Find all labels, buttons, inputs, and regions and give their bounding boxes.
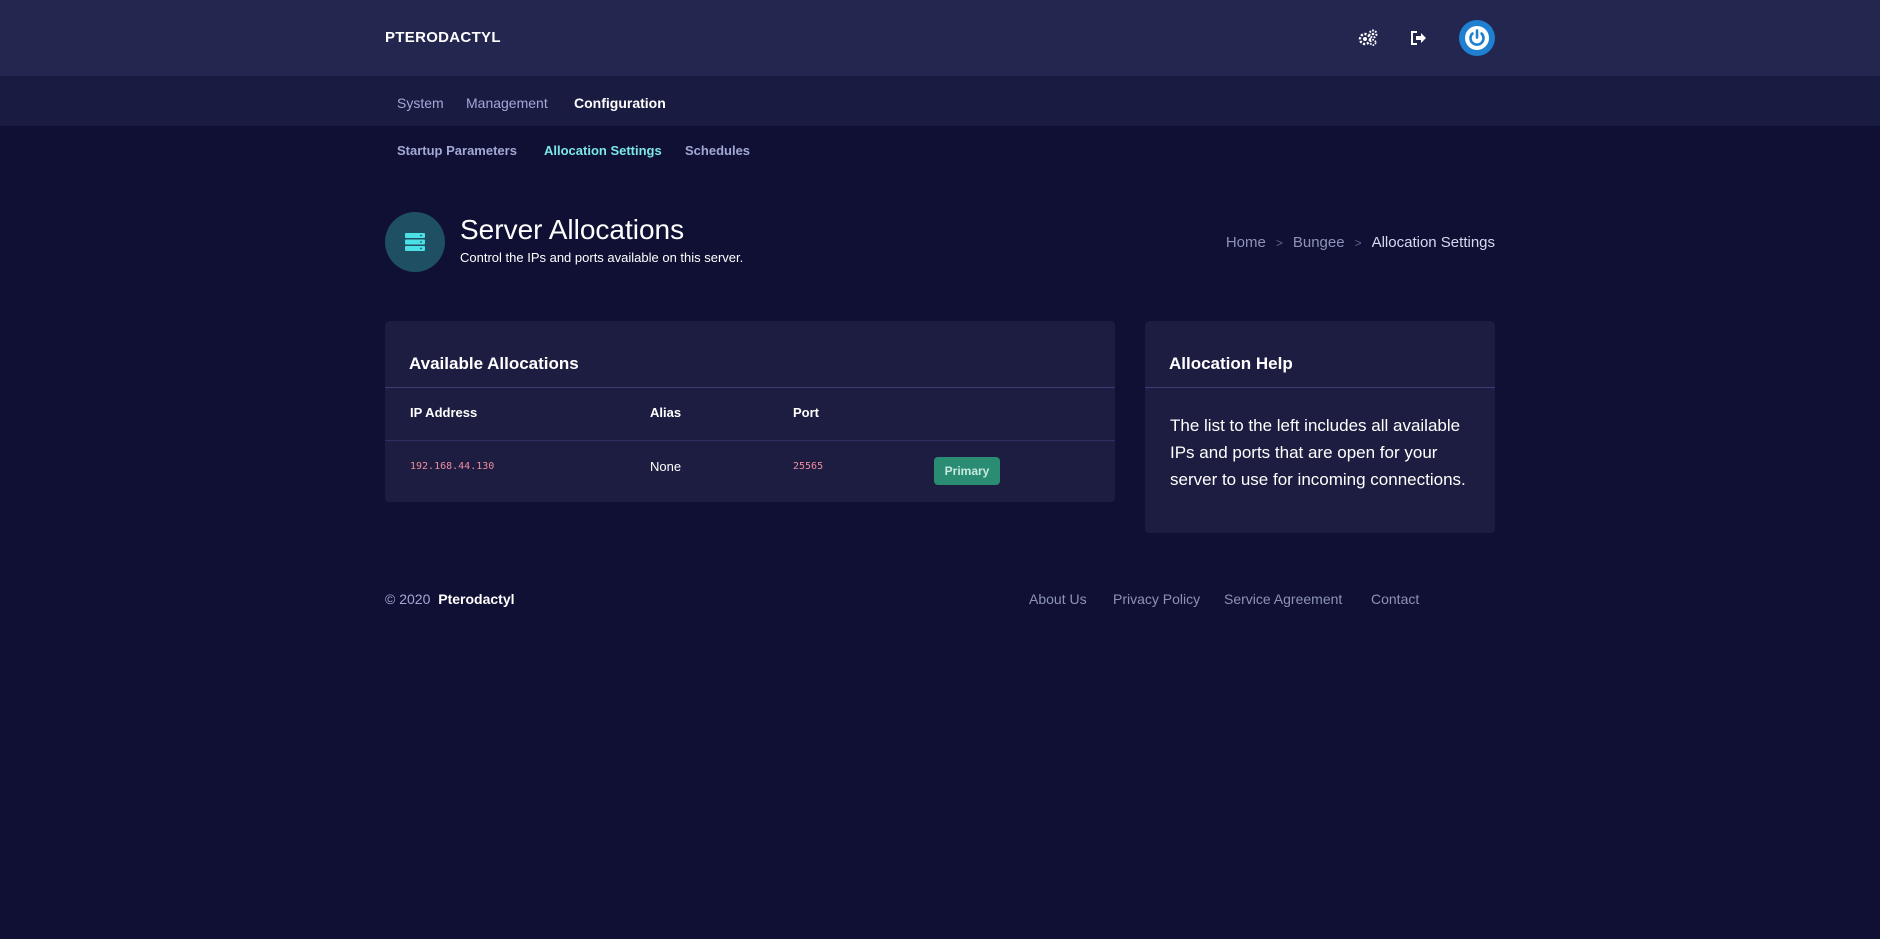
allocation-alias: None [650,459,682,474]
breadcrumb-current: Allocation Settings [1371,234,1495,251]
table-row-divider [385,440,1115,441]
breadcrumb-server[interactable]: Bungee [1293,234,1345,251]
nav-item-configuration[interactable]: Configuration [574,95,666,111]
main-nav: System Management Configuration [0,76,1880,126]
subnav-item-startup-parameters[interactable]: Startup Parameters [397,143,517,158]
column-header-ip: IP Address [410,405,478,420]
breadcrumb-home[interactable]: Home [1226,234,1266,251]
allocation-ip: 192.168.44.130 [410,461,495,472]
page-title: Server Allocations [460,214,685,245]
allocations-card-title: Available Allocations [409,354,579,373]
breadcrumb-separator: > [1354,235,1362,250]
column-header-alias: Alias [650,405,682,420]
card-divider [385,387,1115,388]
power-icon[interactable] [1459,20,1495,56]
footer-link-service-agreement[interactable]: Service Agreement [1224,591,1342,607]
copyright-text: © 2020 [385,591,431,607]
help-card-title: Allocation Help [1169,354,1293,373]
primary-badge: Primary [934,457,1000,485]
subnav-item-allocation-settings[interactable]: Allocation Settings [544,143,662,158]
column-header-port: Port [793,405,819,420]
cogs-icon[interactable] [1357,28,1379,48]
footer-brand: Pterodactyl [438,591,515,607]
breadcrumb: Home > Bungee > Allocation Settings [1226,234,1495,251]
sign-out-icon[interactable] [1408,28,1430,48]
footer-link-privacy[interactable]: Privacy Policy [1113,591,1200,607]
nav-item-system[interactable]: System [397,95,444,111]
nav-item-management[interactable]: Management [466,95,548,111]
card-divider [1145,387,1495,388]
help-text: The list to the left includes all availa… [1170,416,1466,489]
allocations-card: Available Allocations [385,321,1115,502]
top-bar: PTERODACTYL [0,0,1880,76]
page-subtitle: Control the IPs and ports available on t… [460,250,744,265]
allocation-port: 25565 [793,461,824,472]
subnav-item-schedules[interactable]: Schedules [685,143,750,158]
footer-link-contact[interactable]: Contact [1371,591,1419,607]
footer-link-about[interactable]: About Us [1029,591,1087,607]
server-icon [385,212,445,272]
breadcrumb-separator: > [1275,235,1283,250]
brand-logo[interactable]: PTERODACTYL [385,29,501,46]
footer-copyright: © 2020 Pterodactyl [385,591,515,607]
